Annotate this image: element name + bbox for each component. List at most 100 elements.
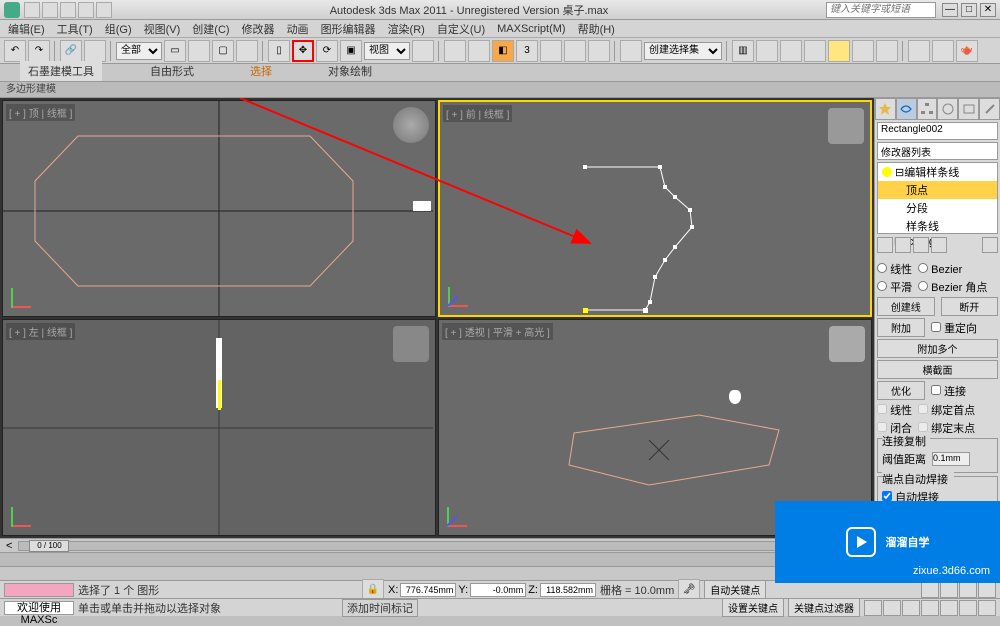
menu-graph[interactable]: 图形编辑器: [321, 21, 376, 37]
prev-frame-icon[interactable]: [940, 582, 958, 598]
bind-last-checkbox[interactable]: 绑定末点: [918, 420, 975, 436]
attach-button[interactable]: 附加: [877, 318, 925, 337]
create-tab-icon[interactable]: [875, 98, 896, 120]
ribbon-tab-graphite[interactable]: 石墨建模工具: [20, 61, 102, 81]
scale-tool-button[interactable]: ▣: [340, 40, 362, 62]
play-icon[interactable]: [959, 582, 977, 598]
redo-icon[interactable]: ↷: [28, 40, 50, 62]
zoom-icon[interactable]: [864, 600, 882, 616]
auto-key-button[interactable]: 自动关键点: [704, 580, 766, 599]
menu-view[interactable]: 视图(V): [144, 21, 181, 37]
spinner-snap-icon[interactable]: [564, 40, 586, 62]
select-name-icon[interactable]: [188, 40, 210, 62]
linear-checkbox[interactable]: 线性: [877, 402, 912, 418]
utilities-tab-icon[interactable]: [979, 98, 1000, 120]
create-line-button[interactable]: 创建线: [877, 297, 935, 316]
break-button[interactable]: 断开: [941, 297, 999, 316]
mirror-icon[interactable]: ▥: [732, 40, 754, 62]
keyboard-shortcut-icon[interactable]: [468, 40, 490, 62]
menu-tools[interactable]: 工具(T): [57, 21, 93, 37]
pin-stack-icon[interactable]: [877, 237, 893, 253]
ref-coord-select[interactable]: 视图: [364, 42, 410, 60]
threshold-spinner[interactable]: 0.1mm: [932, 452, 970, 466]
menu-help[interactable]: 帮助(H): [578, 21, 615, 37]
menu-maxscript[interactable]: MAXScript(M): [497, 23, 565, 35]
ribbon-toggle-icon[interactable]: [804, 40, 826, 62]
add-time-tag[interactable]: 添加时间标记: [342, 599, 418, 617]
minimize-button[interactable]: —: [942, 3, 958, 17]
named-selection-select[interactable]: 创建选择集: [644, 42, 722, 60]
named-set-edit-icon[interactable]: [620, 40, 642, 62]
qa-redo-icon[interactable]: [96, 2, 112, 18]
maximize-viewport-icon[interactable]: [978, 600, 996, 616]
rotate-tool-button[interactable]: ⟳: [316, 40, 338, 62]
time-slider-thumb[interactable]: 0 / 100: [29, 540, 69, 552]
rect-select-icon[interactable]: ▢: [212, 40, 234, 62]
render-frame-icon[interactable]: [932, 40, 954, 62]
radio-smooth[interactable]: 平滑: [877, 279, 912, 295]
layer-manager-icon[interactable]: [780, 40, 802, 62]
connect-checkbox[interactable]: 连接: [931, 383, 966, 399]
object-name-field[interactable]: Rectangle002: [877, 122, 998, 140]
zoom-all-icon[interactable]: [883, 600, 901, 616]
ribbon-tab-freeform[interactable]: 自由形式: [142, 61, 202, 81]
close-button[interactable]: ✕: [980, 3, 996, 17]
window-crossing-icon[interactable]: [236, 40, 258, 62]
remove-modifier-icon[interactable]: [931, 237, 947, 253]
unlink-icon[interactable]: [84, 40, 106, 62]
selection-filter-select[interactable]: 全部: [116, 42, 162, 60]
reorient-checkbox[interactable]: 重定向: [931, 320, 998, 336]
hierarchy-tab-icon[interactable]: [917, 98, 938, 120]
configure-sets-icon[interactable]: [982, 237, 998, 253]
align-icon[interactable]: [756, 40, 778, 62]
angle-snap-icon[interactable]: 3: [516, 40, 538, 62]
menu-group[interactable]: 组(G): [105, 21, 132, 37]
goto-start-icon[interactable]: [921, 582, 939, 598]
viewport-front[interactable]: [ + ] 前 | 线框 ]: [438, 100, 872, 317]
pan-icon[interactable]: [940, 600, 958, 616]
radio-bezier[interactable]: Bezier: [918, 263, 962, 276]
menu-edit[interactable]: 编辑(E): [8, 21, 45, 37]
coord-z-input[interactable]: [540, 583, 596, 597]
coord-y-input[interactable]: [470, 583, 526, 597]
menu-animation[interactable]: 动画: [287, 21, 309, 37]
ribbon-tab-selection[interactable]: 选择: [242, 61, 280, 81]
viewport-left[interactable]: [ + ] 左 | 线框 ]: [2, 319, 436, 536]
menu-create[interactable]: 创建(C): [192, 21, 229, 37]
ribbon-tab-paint[interactable]: 对象绘制: [320, 61, 380, 81]
qa-new-icon[interactable]: [24, 2, 40, 18]
fov-icon[interactable]: [921, 600, 939, 616]
undo-icon[interactable]: ↶: [4, 40, 26, 62]
percent-snap-icon[interactable]: [540, 40, 562, 62]
snap-toggle-button[interactable]: ◧: [492, 40, 514, 62]
pivot-icon[interactable]: [412, 40, 434, 62]
schematic-view-icon[interactable]: [852, 40, 874, 62]
maximize-button[interactable]: □: [961, 3, 977, 17]
bind-first-checkbox[interactable]: 绑定首点: [918, 402, 975, 418]
render-icon[interactable]: 🫖: [956, 40, 978, 62]
help-search-input[interactable]: [826, 2, 936, 18]
material-editor-icon[interactable]: [876, 40, 898, 62]
radio-linear[interactable]: 线性: [877, 261, 912, 277]
viewport-top[interactable]: [ + ] 顶 | 线框 ]: [2, 100, 436, 317]
qa-undo-icon[interactable]: [78, 2, 94, 18]
modifier-list-select[interactable]: 修改器列表: [877, 142, 998, 160]
menu-render[interactable]: 渲染(R): [388, 21, 425, 37]
move-tool-button[interactable]: ✥: [292, 40, 314, 62]
script-listener-mini[interactable]: [4, 583, 74, 597]
select-icon[interactable]: ▭: [164, 40, 186, 62]
orbit-icon[interactable]: [959, 600, 977, 616]
link-icon[interactable]: 🔗: [60, 40, 82, 62]
modify-tab-icon[interactable]: [896, 98, 917, 120]
select-object-icon[interactable]: ▯: [268, 40, 290, 62]
cross-section-button[interactable]: 横截面: [877, 360, 998, 379]
menu-customize[interactable]: 自定义(U): [437, 21, 485, 37]
render-setup-icon[interactable]: [908, 40, 930, 62]
show-end-result-icon[interactable]: [895, 237, 911, 253]
menu-modifiers[interactable]: 修改器: [242, 21, 275, 37]
qa-open-icon[interactable]: [42, 2, 58, 18]
motion-tab-icon[interactable]: [937, 98, 958, 120]
display-tab-icon[interactable]: [958, 98, 979, 120]
attach-mult-button[interactable]: 附加多个: [877, 339, 998, 358]
edged-faces-icon[interactable]: [588, 40, 610, 62]
